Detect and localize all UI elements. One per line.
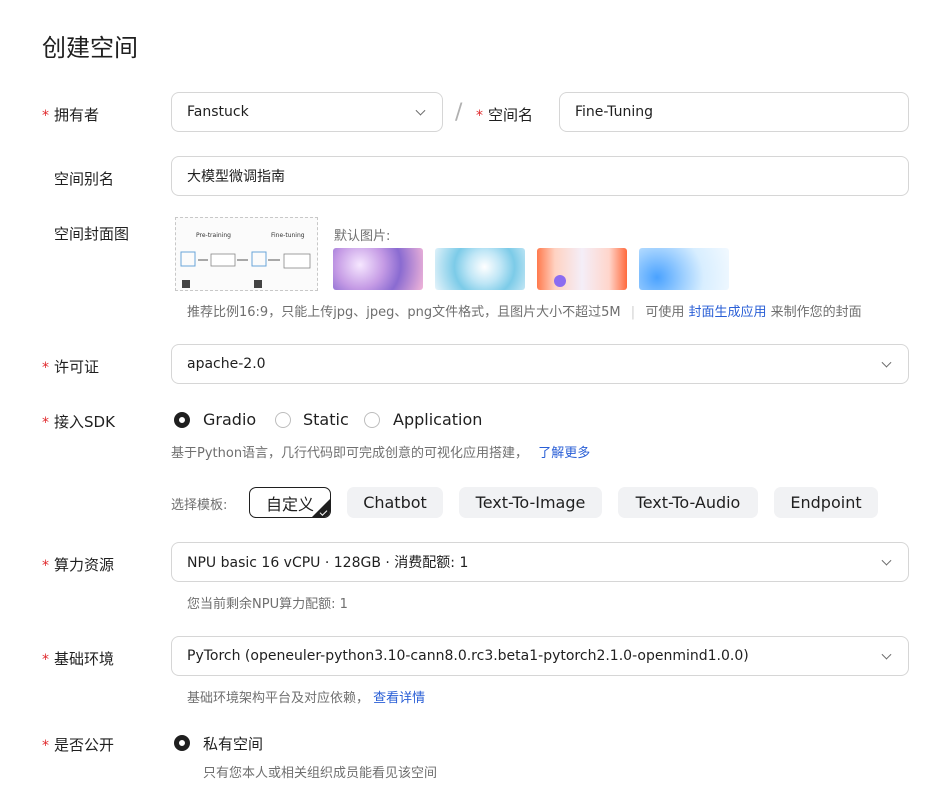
owner-label: * 拥有者 [42, 104, 99, 125]
required-marker: * [42, 652, 49, 668]
default-cover-1[interactable] [333, 248, 423, 290]
default-cover-3[interactable] [537, 248, 627, 290]
cover-hint: 推荐比例16:9，只能上传jpg、jpeg、png文件格式，且图片大小不超过5M… [187, 301, 862, 320]
template-chip-chatbot[interactable]: Chatbot [347, 487, 443, 518]
required-marker: * [42, 415, 49, 431]
env-details-link[interactable]: 查看详情 [373, 691, 425, 706]
compute-label-text: 算力资源 [54, 556, 115, 574]
template-label: 选择模板: [171, 498, 228, 513]
required-marker: * [476, 108, 483, 124]
visibility-hint: 只有您本人或相关组织成员能看见该空间 [203, 766, 438, 781]
cover-hint-suffix: 来制作您的封面 [770, 305, 862, 320]
env-hint-text: 基础环境架构平台及对应依赖， [187, 691, 370, 706]
cover-diagram: Pre-training Fine-tuning [180, 232, 311, 288]
default-cover-4[interactable] [639, 248, 729, 290]
page-title: 创建空间 [42, 34, 138, 62]
template-chip-label: Endpoint [790, 493, 862, 512]
env-hint: 基础环境架构平台及对应依赖， 查看详情 [187, 687, 425, 706]
license-select[interactable]: apache-2.0 [171, 344, 909, 384]
template-chip-endpoint[interactable]: Endpoint [774, 487, 878, 518]
required-marker: * [42, 108, 49, 124]
cover-image-current[interactable]: Pre-training Fine-tuning [175, 217, 318, 291]
default-images-label: 默认图片: [334, 229, 391, 244]
chevron-down-icon [415, 105, 426, 116]
alias-value: 大模型微调指南 [187, 169, 285, 185]
required-marker: * [42, 360, 49, 376]
owner-label-text: 拥有者 [54, 106, 100, 124]
divider: | [630, 305, 636, 320]
env-label: * 基础环境 [42, 648, 114, 669]
diagram-text-left: Pre-training [196, 232, 231, 239]
cover-hint-text: 推荐比例16:9，只能上传jpg、jpeg、png文件格式，且图片大小不超过5M [187, 305, 621, 320]
diagram-text-right: Fine-tuning [271, 232, 305, 239]
env-value: PyTorch (openeuler-python3.10-cann8.0.rc… [187, 648, 749, 664]
sdk-radio-gradio[interactable] [174, 412, 190, 428]
space-name-label: * 空间名 [476, 104, 533, 125]
sdk-radio-static[interactable] [275, 412, 291, 428]
sdk-option-gradio[interactable]: Gradio [203, 410, 256, 429]
template-chip-label: Text-To-Image [475, 493, 586, 512]
template-chip-text-to-audio[interactable]: Text-To-Audio [618, 487, 758, 518]
compute-value: NPU basic 16 vCPU · 128GB · 消费配额: 1 [187, 555, 469, 571]
alias-input[interactable]: 大模型微调指南 [171, 156, 909, 196]
sdk-description: 基于Python语言，几行代码即可完成创意的可视化应用搭建， 了解更多 [171, 442, 590, 461]
template-chip-label: Chatbot [363, 493, 427, 512]
owner-select[interactable]: Fanstuck [171, 92, 443, 132]
env-label-text: 基础环境 [54, 650, 115, 668]
template-chip-label: 自定义 [265, 494, 314, 514]
sdk-description-text: 基于Python语言，几行代码即可完成创意的可视化应用搭建， [171, 446, 529, 461]
sdk-label: * 接入SDK [42, 411, 115, 432]
space-name-label-text: 空间名 [488, 106, 534, 124]
learn-more-link[interactable]: 了解更多 [538, 446, 590, 461]
template-chip-custom[interactable]: 自定义 [249, 487, 331, 518]
space-name-input[interactable]: Fine-Tuning [559, 92, 909, 132]
license-value: apache-2.0 [187, 356, 266, 372]
owner-select-value: Fanstuck [187, 104, 249, 120]
sdk-radio-application[interactable] [364, 412, 380, 428]
sdk-label-text: 接入SDK [54, 413, 115, 431]
required-marker: * [42, 558, 49, 574]
decor-dot [554, 275, 566, 287]
visibility-radio-private[interactable] [174, 735, 190, 751]
license-label: * 许可证 [42, 356, 99, 377]
template-chip-text-to-image[interactable]: Text-To-Image [459, 487, 602, 518]
space-name-value: Fine-Tuning [575, 104, 653, 120]
cover-generator-link[interactable]: 封面生成应用 [688, 305, 766, 320]
separator-slash: / [455, 100, 463, 125]
cover-hint-prefix: 可使用 [645, 305, 685, 320]
alias-label: 空间别名 [54, 170, 115, 188]
visibility-label-text: 是否公开 [54, 736, 115, 754]
visibility-label: * 是否公开 [42, 734, 114, 755]
sdk-option-application[interactable]: Application [393, 410, 482, 429]
compute-label: * 算力资源 [42, 554, 114, 575]
default-cover-2[interactable] [435, 248, 525, 290]
cover-label: 空间封面图 [54, 225, 130, 243]
license-label-text: 许可证 [54, 358, 100, 376]
compute-select[interactable]: NPU basic 16 vCPU · 128GB · 消费配额: 1 [171, 542, 909, 582]
visibility-option-private[interactable]: 私有空间 [203, 733, 263, 754]
create-space-form: 创建空间 * 拥有者 Fanstuck / * 空间名 Fine-Tuning 空间… [0, 0, 942, 796]
sdk-option-static[interactable]: Static [303, 410, 349, 429]
env-select[interactable]: PyTorch (openeuler-python3.10-cann8.0.rc… [171, 636, 909, 676]
chevron-down-icon [881, 649, 892, 660]
required-marker: * [42, 738, 49, 754]
chevron-down-icon [881, 357, 892, 368]
template-chip-label: Text-To-Audio [635, 493, 741, 512]
chevron-down-icon [881, 555, 892, 566]
compute-hint: 您当前剩余NPU算力配额: 1 [187, 597, 348, 612]
